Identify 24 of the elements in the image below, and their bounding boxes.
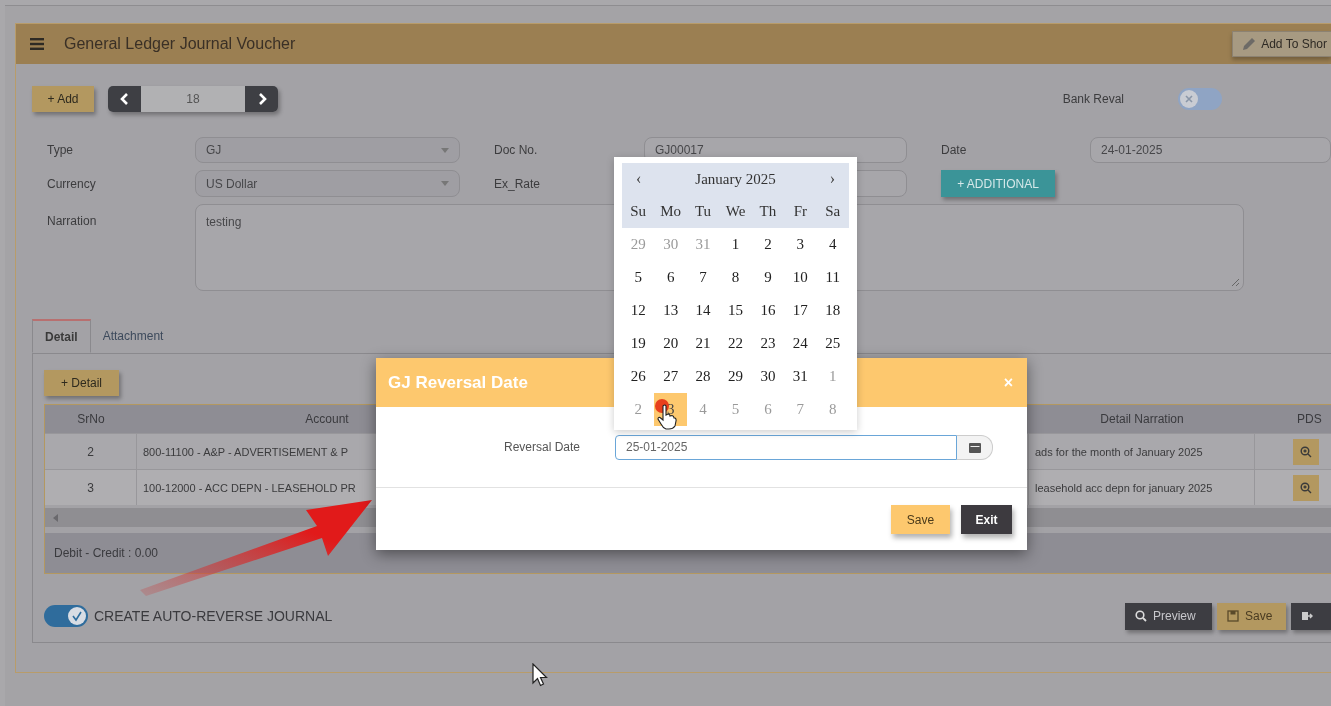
field-label: Date [941, 143, 967, 157]
column-header: Detail Narration [1099, 411, 1185, 428]
record-number: 18 [141, 86, 245, 112]
weekday-label: Mo [659, 202, 683, 221]
field-label: Currency [47, 176, 96, 191]
weekday-label: Su [629, 202, 648, 221]
balance-text: Debit - Credit : 0.00 [54, 546, 159, 560]
toggle-label: CREATE AUTO-REVERSE JOURNAL [94, 608, 333, 624]
month-title: January 2025 [695, 170, 776, 188]
field-label: Type [47, 143, 73, 157]
weekday-label: Fr [792, 202, 808, 221]
column-header: PDS [1296, 411, 1323, 428]
weekday-label: We [724, 202, 747, 221]
field-label: Ex_Rate [494, 176, 541, 191]
dialog-title: GJ Reversal Date [388, 372, 528, 393]
column-header: Account [304, 411, 350, 428]
weekday-label: Sa [824, 202, 842, 221]
column-header: SrNo [76, 411, 106, 428]
weekday-label: Tu [694, 202, 713, 221]
field-label: Narration [47, 214, 97, 228]
bank-reval-label: Bank Reval [1062, 92, 1124, 106]
page-title: General Ledger Journal Voucher [64, 35, 296, 53]
weekday-label: Th [758, 202, 778, 221]
field-label: Doc No. [494, 143, 538, 157]
